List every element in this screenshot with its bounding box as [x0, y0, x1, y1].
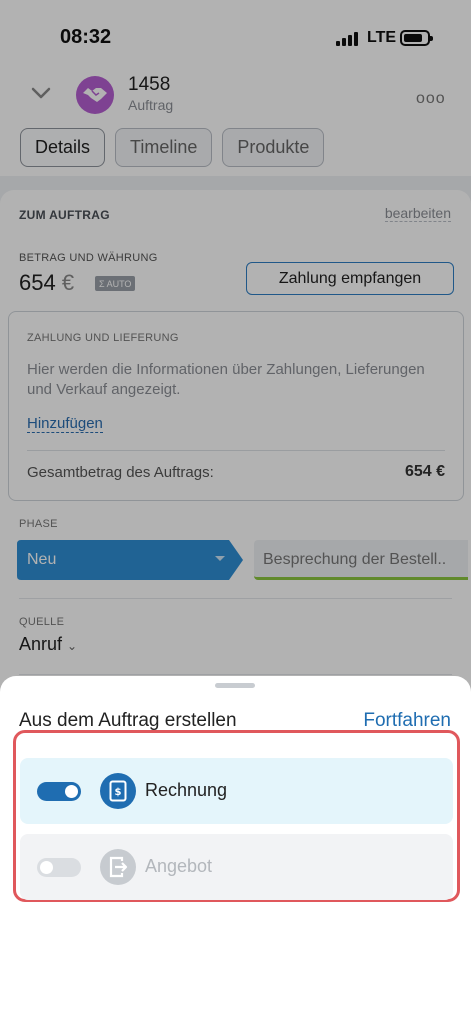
invoice-icon: $ [100, 773, 136, 809]
option-quote[interactable]: Angebot [20, 834, 453, 900]
invoice-label: Rechnung [145, 780, 228, 800]
quote-toggle[interactable] [37, 858, 81, 877]
quote-label: Angebot [145, 856, 213, 876]
sheet-grabber[interactable] [215, 683, 255, 688]
sheet-title: Aus dem Auftrag erstellen [19, 710, 237, 731]
create-from-order-sheet: Aus dem Auftrag erstellen Fortfahren $ R… [0, 676, 471, 1024]
invoice-toggle[interactable] [37, 782, 81, 801]
continue-button[interactable]: Fortfahren [363, 710, 451, 732]
option-invoice[interactable]: $ Rechnung [20, 758, 453, 824]
svg-text:$: $ [115, 787, 122, 798]
quote-icon [100, 849, 136, 885]
